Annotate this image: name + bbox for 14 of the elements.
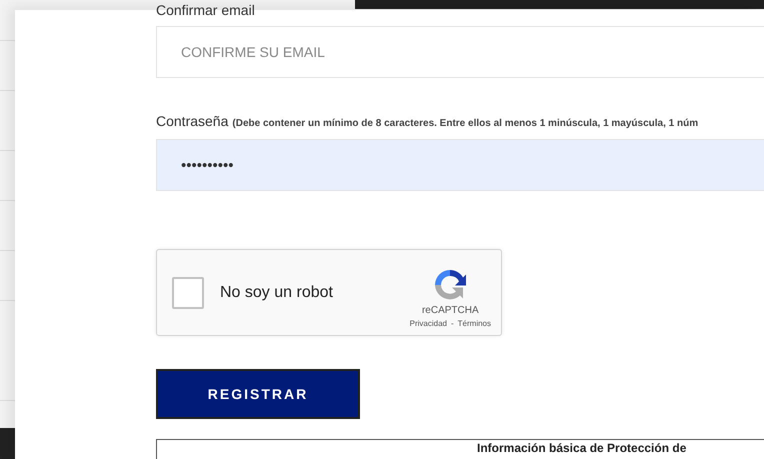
email-field[interactable]: CONFIRME SU EMAIL	[156, 26, 764, 78]
field-label: Confirmar email	[156, 2, 255, 18]
recaptcha-brand: reCAPTCHA	[422, 304, 479, 318]
terms-link[interactable]: Términos	[458, 318, 491, 330]
register-button[interactable]: REGISTRAR	[156, 369, 360, 419]
footer-bar	[0, 428, 15, 459]
field-label: Contraseña	[156, 113, 228, 129]
captcha-label: No soy un robot	[220, 282, 334, 302]
password-field[interactable]: ••••••••••	[156, 139, 764, 191]
separator-text: -	[450, 318, 454, 330]
captcha-checkbox[interactable]	[172, 276, 204, 308]
privacy-link[interactable]: Privacidad	[410, 318, 447, 330]
hint-text: (Debe contener un mínimo de 8 caracteres. Entre ellos al menos 1 minúscula, 1 mayúscula, 1 núm	[232, 117, 698, 131]
table-heading: Información básica de Protección de	[477, 442, 688, 455]
